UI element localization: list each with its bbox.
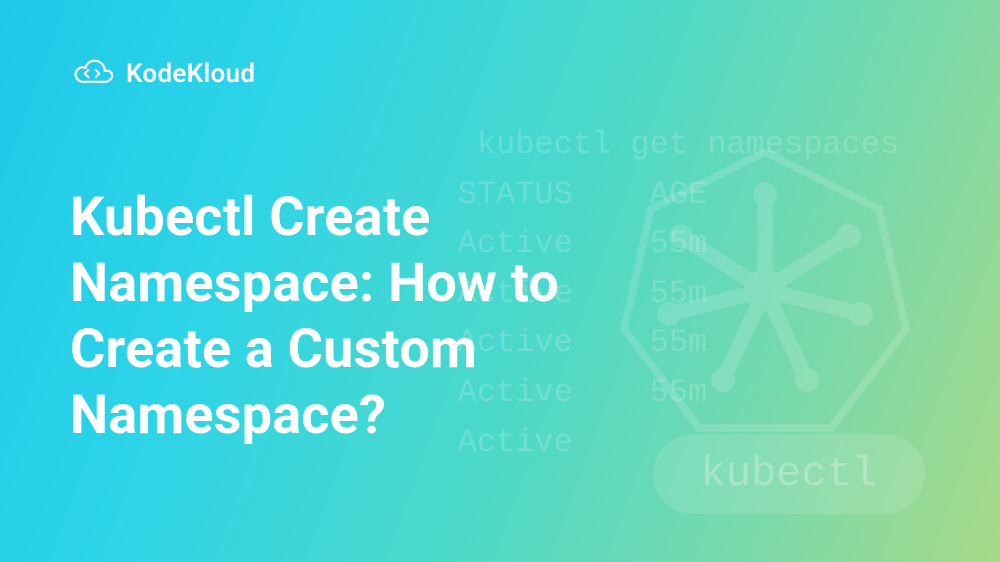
kubernetes-logo-icon [615,140,915,440]
title-block: Kubectl Create Namespace: How to Create … [70,185,650,449]
brand-logo: KodeKloud [70,58,930,90]
page-title: Kubectl Create Namespace: How to Create … [70,185,650,449]
brand-name: KodeKloud [126,59,255,89]
cloud-code-icon [70,58,114,90]
kubectl-badge: kubectl [653,434,925,514]
hero-container: kubectl get namespaces STATUS AGE Active… [0,0,1000,562]
